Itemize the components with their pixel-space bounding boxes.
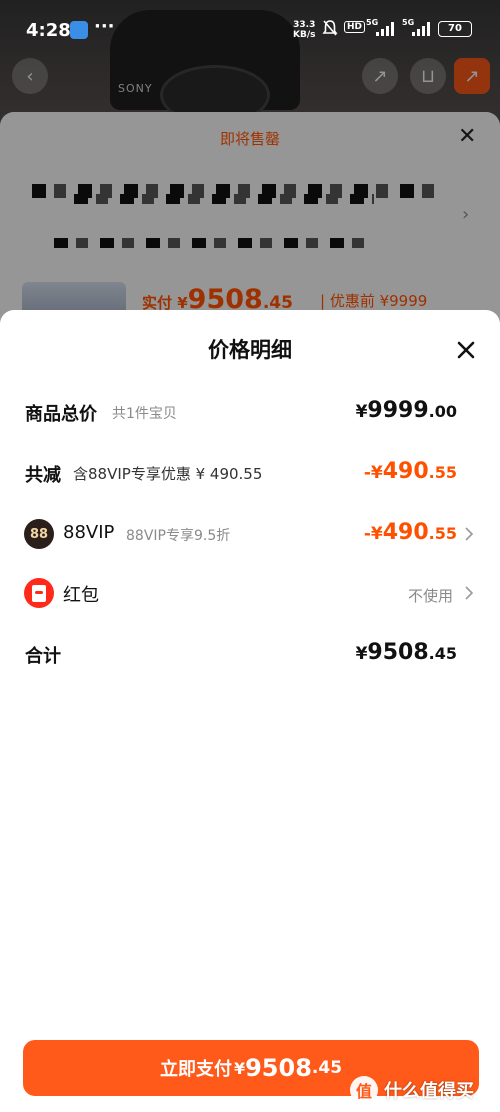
signal-2-icon — [412, 22, 432, 36]
pay-amount-dec: .45 — [311, 1058, 343, 1078]
close-icon[interactable] — [452, 336, 480, 364]
hd-badge: HD — [344, 21, 366, 33]
total-price-value: ¥9999.00 — [356, 398, 457, 423]
pay-currency: ¥ — [233, 1058, 246, 1078]
status-bar: 4:28 ··· 33.3 KB/s HD 5G 5G 70 — [0, 0, 500, 58]
network-speed-value: 33.3 — [293, 20, 316, 30]
sum-value: ¥9508.45 — [356, 640, 457, 665]
currency: ¥ — [355, 644, 368, 664]
88vip-label: 88VIP — [63, 522, 115, 543]
signal-1-icon — [376, 22, 396, 36]
bell-muted-icon — [322, 20, 338, 36]
amount-dec: .00 — [428, 402, 457, 421]
watermark-text: 什么值得买 — [384, 1081, 474, 1102]
row-total-reduction: 共减 含88VIP专享优惠 ¥ 490.55 -¥490.55 — [0, 453, 500, 493]
pay-now-label: 立即支付 — [159, 1059, 232, 1080]
more-notifications-icon: ··· — [94, 16, 115, 37]
price-detail-sheet: 价格明细 商品总价 共1件宝贝 ¥9999.00 共减 含88VIP专享优惠 ¥… — [0, 310, 500, 1112]
network-speed-unit: KB/s — [293, 30, 316, 40]
amount-int: 490 — [382, 459, 429, 484]
status-time: 4:28 — [26, 20, 71, 41]
currency: -¥ — [363, 524, 383, 544]
88vip-icon: 88 — [24, 519, 54, 549]
item-count: 共1件宝贝 — [112, 406, 177, 422]
pay-amount-int: 9508 — [245, 1054, 312, 1082]
row-total-price: 商品总价 共1件宝贝 ¥9999.00 — [0, 392, 500, 432]
amount-int: 9999 — [367, 398, 429, 423]
amount-int: 9508 — [367, 640, 429, 665]
sheet-title: 价格明细 — [208, 338, 292, 362]
network-speed: 33.3 KB/s — [293, 20, 315, 40]
reduction-label: 共减 — [25, 465, 61, 486]
red-packet-icon — [24, 578, 54, 608]
red-packet-label: 红包 — [63, 585, 99, 606]
total-price-label: 商品总价 — [25, 404, 97, 425]
amount-dec: .55 — [428, 463, 457, 482]
watermark: 值 什么值得买 — [350, 1072, 500, 1108]
currency: ¥ — [355, 402, 368, 422]
row-red-packet[interactable]: 红包 不使用 — [0, 573, 500, 613]
88vip-discount-info: 88VIP专享9.5折 — [126, 528, 231, 544]
chevron-right-icon — [465, 527, 474, 541]
red-packet-status: 不使用 — [408, 587, 454, 605]
reduction-value: -¥490.55 — [364, 459, 457, 484]
watermark-logo: 值 — [350, 1076, 378, 1104]
88vip-discount-value: -¥490.55 — [364, 520, 457, 545]
reduction-detail: 含88VIP专享优惠 ¥ 490.55 — [73, 465, 263, 483]
row-sum: 合计 ¥9508.45 — [0, 634, 500, 674]
battery-icon: 70 — [438, 21, 472, 37]
app-notification-icon — [70, 21, 88, 39]
amount-dec: .55 — [428, 524, 457, 543]
amount-dec: .45 — [428, 644, 457, 663]
currency: -¥ — [363, 463, 383, 483]
sum-label: 合计 — [25, 646, 61, 667]
row-88vip[interactable]: 88 88VIP 88VIP专享9.5折 -¥490.55 — [0, 514, 500, 554]
chevron-right-icon — [465, 586, 474, 600]
amount-int: 490 — [382, 520, 429, 545]
